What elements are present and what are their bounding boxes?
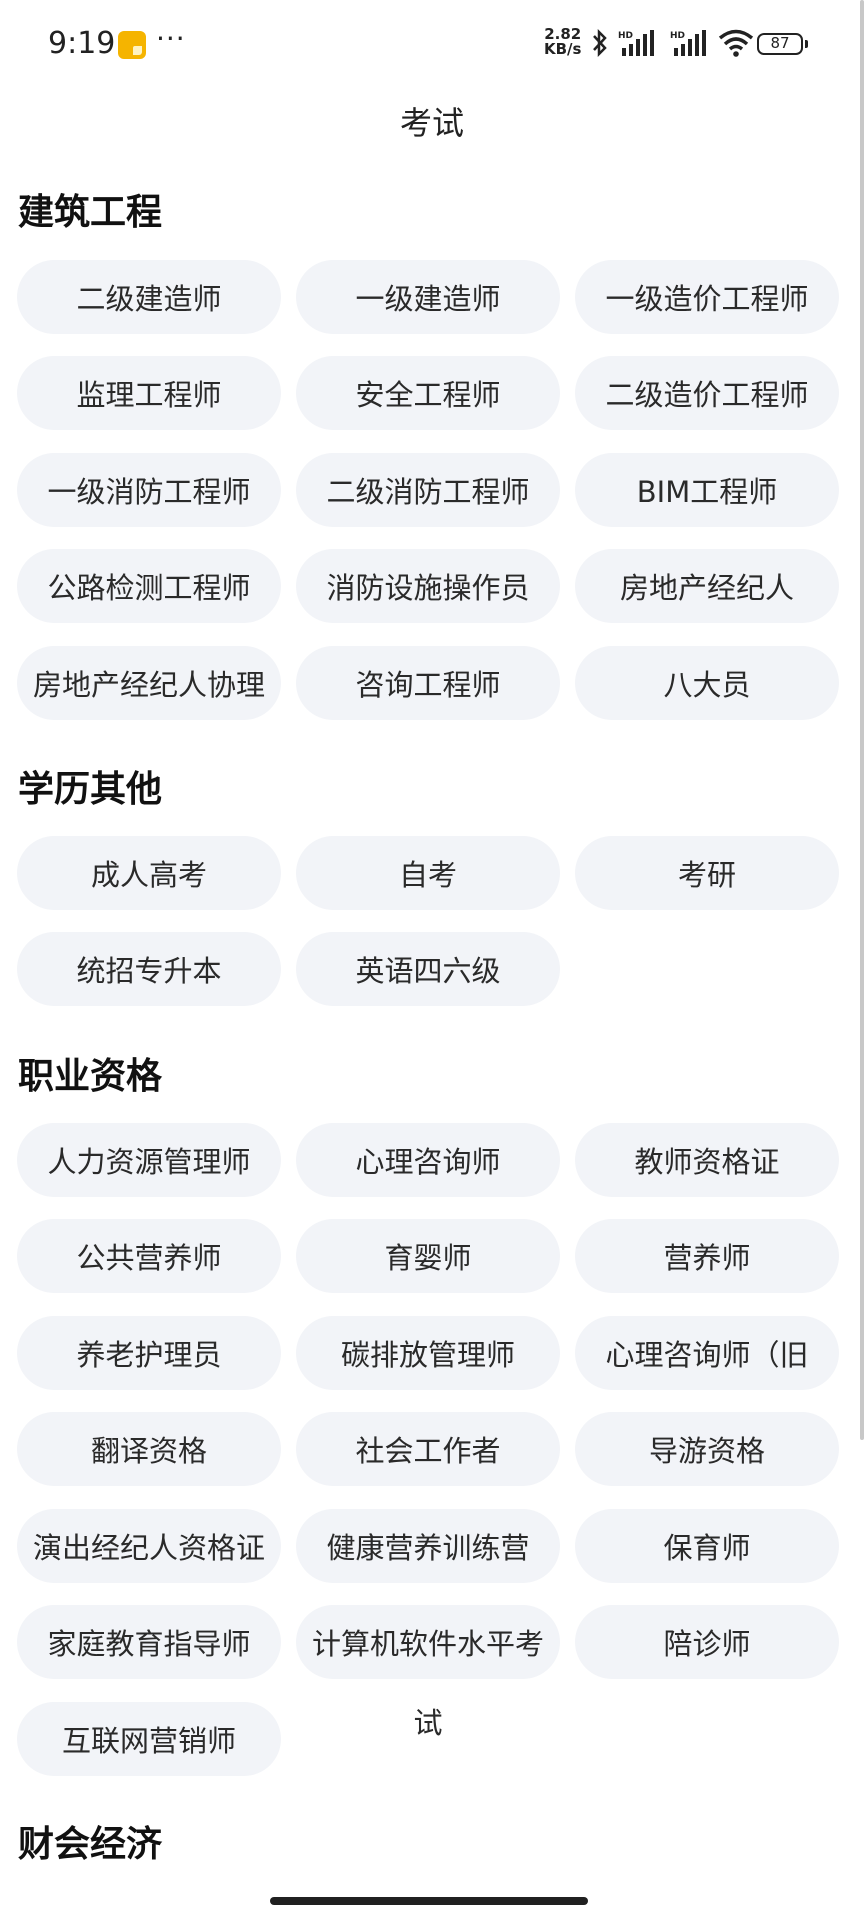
exam-chip[interactable]: 统招专升本: [17, 932, 281, 1006]
exam-chip[interactable]: 房地产经纪人: [575, 549, 839, 623]
battery-indicator: 87: [757, 33, 808, 55]
exam-chip[interactable]: 互联网营销师: [17, 1702, 281, 1776]
exam-chip[interactable]: 英语四六级: [296, 932, 560, 1006]
exam-chip[interactable]: 演出经纪人资格证: [17, 1509, 281, 1583]
exam-chip[interactable]: 一级造价工程师: [575, 260, 839, 334]
exam-chip[interactable]: 一级消防工程师: [17, 453, 281, 527]
exam-chip-software-exam[interactable]: 计算机软件水平考: [296, 1605, 560, 1679]
exam-chip[interactable]: 公共营养师: [17, 1219, 281, 1293]
exam-chip[interactable]: 成人高考: [17, 836, 281, 910]
exam-chip[interactable]: 二级消防工程师: [296, 453, 560, 527]
more-notifications-icon: ···: [156, 22, 186, 55]
network-speed-unit: KB/s: [544, 40, 582, 58]
network-speed: 2.82 KB/s: [544, 27, 581, 57]
exam-chip-software-exam-overflow: 试: [413, 1706, 443, 1740]
wifi-icon: [718, 29, 754, 57]
exam-chip[interactable]: 社会工作者: [296, 1412, 560, 1486]
section-title-education: 学历其他: [18, 769, 163, 810]
svg-text:HD: HD: [618, 31, 633, 41]
bluetooth-icon: [593, 28, 607, 58]
status-time: 9:19: [48, 26, 116, 61]
exam-chip[interactable]: 自考: [296, 836, 560, 910]
exam-chip[interactable]: 一级建造师: [296, 260, 560, 334]
exam-chip[interactable]: 二级造价工程师: [575, 356, 839, 430]
exam-chip[interactable]: 消防设施操作员: [296, 549, 560, 623]
section-title-finance: 财会经济: [18, 1824, 163, 1865]
exam-chip[interactable]: 安全工程师: [296, 356, 560, 430]
exam-chip[interactable]: 家庭教育指导师: [17, 1605, 281, 1679]
exam-chip[interactable]: BIM工程师: [575, 453, 839, 527]
section-title-construction: 建筑工程: [18, 192, 163, 233]
exam-chip[interactable]: 监理工程师: [17, 356, 281, 430]
svg-text:HD: HD: [670, 31, 685, 41]
exam-chip[interactable]: 二级建造师: [17, 260, 281, 334]
exam-chip[interactable]: 陪诊师: [575, 1605, 839, 1679]
exam-chip[interactable]: 保育师: [575, 1509, 839, 1583]
exam-chip[interactable]: 营养师: [575, 1219, 839, 1293]
exam-chip[interactable]: 翻译资格: [17, 1412, 281, 1486]
exam-chip[interactable]: 养老护理员: [17, 1316, 281, 1390]
notes-app-icon: [118, 31, 146, 59]
home-indicator[interactable]: [270, 1897, 588, 1905]
exam-chip[interactable]: 育婴师: [296, 1219, 560, 1293]
exam-chip[interactable]: 咨询工程师: [296, 646, 560, 720]
exam-chip[interactable]: 碳排放管理师: [296, 1316, 560, 1390]
section-title-vocational: 职业资格: [18, 1056, 163, 1097]
signal-1-icon: HD: [618, 30, 654, 56]
exam-chip[interactable]: 心理咨询师: [296, 1123, 560, 1197]
exam-chip[interactable]: 公路检测工程师: [17, 549, 281, 623]
exam-chip[interactable]: 教师资格证: [575, 1123, 839, 1197]
exam-chip[interactable]: 八大员: [575, 646, 839, 720]
exam-chip[interactable]: 健康营养训练营: [296, 1509, 560, 1583]
exam-chip[interactable]: 人力资源管理师: [17, 1123, 281, 1197]
exam-chip[interactable]: 心理咨询师（旧: [575, 1316, 839, 1390]
signal-2-icon: HD: [670, 30, 706, 56]
page-title: 考试: [399, 104, 464, 142]
exam-chip[interactable]: 考研: [575, 836, 839, 910]
exam-chip[interactable]: 导游资格: [575, 1412, 839, 1486]
exam-chip[interactable]: 房地产经纪人协理: [17, 646, 281, 720]
scrollbar[interactable]: [860, 0, 864, 1440]
status-bar: 9:19 ··· 2.82 KB/s HD HD 87: [0, 0, 864, 90]
